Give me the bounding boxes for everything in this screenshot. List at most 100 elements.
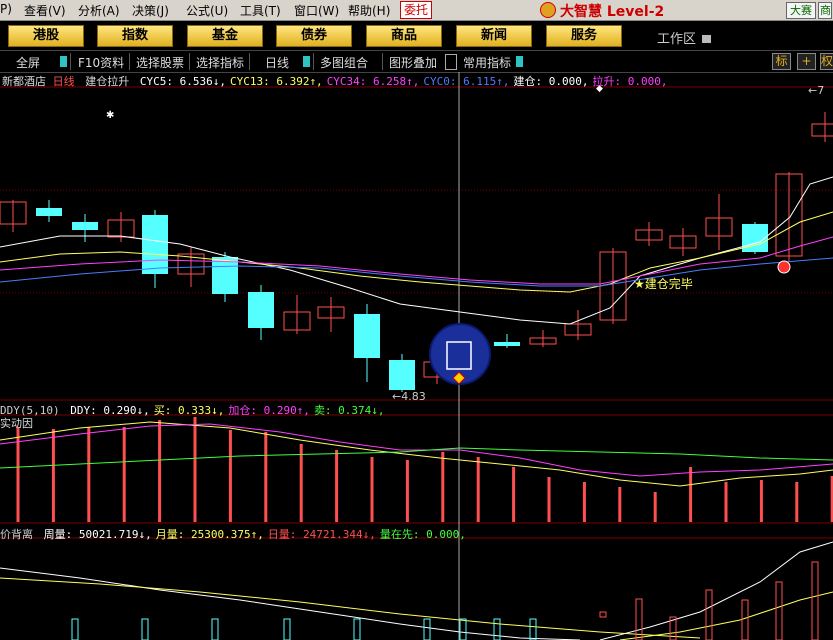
- main-chart-header: 新都酒店 日线 建仓拉升 CYC5: 6.536↓, CYC13: 6.392↑,…: [2, 73, 667, 89]
- indicator-values: CYC5: 6.536↓, CYC13: 6.392↑, CYC34: 6.258↑…: [136, 75, 668, 88]
- lock-icon[interactable]: [445, 54, 457, 70]
- candle-body: [248, 292, 274, 328]
- nav-news[interactable]: 新闻: [456, 25, 532, 47]
- menu-item-analysis[interactable]: 分析(A): [78, 2, 120, 19]
- candle-body: [72, 222, 98, 230]
- smile-marker: [777, 260, 791, 274]
- select-indicator-button[interactable]: 选择指标: [196, 54, 244, 71]
- menu-item-tools[interactable]: 工具(T): [240, 2, 281, 19]
- divider: [129, 53, 130, 70]
- vol-bar: [529, 618, 537, 640]
- vol-month-line: [0, 577, 701, 639]
- ddy-value: 卖: 0.374↓,: [313, 404, 385, 417]
- indicator-name: 建仓拉升: [85, 75, 130, 88]
- menu-item-decision[interactable]: 决策(J): [132, 2, 169, 19]
- grid-lines: [0, 72, 833, 640]
- nav-commodities[interactable]: 商品: [366, 25, 442, 47]
- logo-text: 大智慧 Level-2: [560, 4, 665, 20]
- business-button[interactable]: 商: [818, 2, 832, 19]
- menu-item-help[interactable]: 帮助(H): [348, 2, 390, 19]
- select-stock-button[interactable]: 选择股票: [136, 54, 184, 71]
- divider: [313, 53, 314, 70]
- entrust-button[interactable]: 委托: [400, 1, 433, 19]
- vol-bar: [141, 618, 149, 640]
- divider: [70, 53, 71, 70]
- vol-name: 价背离: [0, 528, 33, 541]
- nav-bonds[interactable]: 债券: [276, 25, 352, 47]
- ma-value: 拉升: 0.000,: [592, 75, 668, 88]
- candle-body: [811, 123, 833, 137]
- nav-hk-stocks[interactable]: 港股: [8, 25, 84, 47]
- ma-line-cyc13: [0, 211, 833, 293]
- low-price-label: ←4.83: [392, 390, 426, 403]
- ddy-value: 加仓: 0.290↑,: [228, 404, 310, 417]
- ma-line-cyc5: [0, 176, 833, 325]
- vol-value: 量在先: 0.000,: [379, 528, 466, 541]
- vol-bar: [705, 589, 713, 640]
- candle-body: [494, 342, 520, 346]
- nav-funds[interactable]: 基金: [187, 25, 263, 47]
- vol-bar: [211, 618, 219, 640]
- chart-period: 日线: [52, 75, 75, 88]
- period-button[interactable]: 日线: [265, 54, 289, 71]
- vol-bar: [423, 618, 431, 640]
- divider: [382, 53, 383, 70]
- vol-value: 周量: 50021.719↓,: [43, 528, 152, 541]
- stock-name: 新都酒店: [2, 75, 46, 88]
- ma-value: CYC5: 6.536↓,: [139, 75, 226, 88]
- divider: [249, 53, 250, 70]
- workspace-selector[interactable]: 工作区: [657, 28, 712, 47]
- vol-bar: [775, 581, 783, 640]
- triangle-icon: [516, 56, 523, 67]
- vol-bar: [811, 561, 819, 640]
- dropdown-icon: [702, 35, 712, 43]
- vol-panel-header: 价背离 周量: 50021.719↓, 月量: 25300.375↑, 日量: 24…: [0, 526, 466, 542]
- ddy-panel-header: DDY(5,10) DDY: 0.290↓, 买: 0.333↓, 加仓: 0.29…: [0, 402, 385, 418]
- ddy-value: 买: 0.333↓,: [153, 404, 225, 417]
- nav-index[interactable]: 指数: [97, 25, 173, 47]
- fullscreen-button[interactable]: 全屏: [16, 54, 40, 71]
- logo-icon: [540, 2, 556, 18]
- menu-item-view[interactable]: 查看(V): [24, 2, 66, 19]
- candle-body: [354, 314, 380, 358]
- app-logo: 大智慧 Level-2: [540, 1, 664, 21]
- add-button[interactable]: +: [797, 53, 816, 70]
- vol-bar: [459, 618, 467, 640]
- ddy-values: DDY: 0.290↓, 买: 0.333↓, 加仓: 0.290↑, 卖: 0.37…: [66, 404, 384, 417]
- candle-body: [389, 360, 415, 390]
- nav-services[interactable]: 服务: [546, 25, 622, 47]
- triangle-icon: [60, 56, 67, 67]
- volume-panel: [0, 541, 833, 640]
- kline-chart[interactable]: ✱◆★建仓完毕←4.83←7: [0, 72, 833, 640]
- menu-bar: P) 查看(V) 分析(A) 决策(J) 公式(U) 工具(T) 窗口(W) 帮…: [0, 0, 833, 21]
- ma-value: CYC0: 6.115↑,: [423, 75, 510, 88]
- build-complete-label: ★建仓完毕: [634, 276, 693, 291]
- candle-body: [142, 215, 168, 274]
- menu-item-formula[interactable]: 公式(U): [186, 2, 228, 19]
- common-indicator-button[interactable]: 常用指标: [463, 54, 511, 71]
- overlay-button[interactable]: 图形叠加: [389, 54, 437, 71]
- vol-bar: [493, 618, 501, 640]
- high-price-label: ←7: [808, 84, 824, 97]
- menu-item-prev[interactable]: P): [0, 2, 12, 16]
- vol-value: 日量: 24721.344↓,: [267, 528, 376, 541]
- candle-body: [36, 208, 62, 216]
- contest-button[interactable]: 大赛: [786, 2, 816, 19]
- f10-button[interactable]: F10资料: [78, 54, 124, 71]
- multi-chart-button[interactable]: 多图组合: [320, 54, 368, 71]
- triangle-icon: [303, 56, 310, 67]
- vol-bar: [599, 611, 607, 618]
- vol-value: 月量: 25300.375↑,: [155, 528, 264, 541]
- ddy-value: DDY: 0.290↓,: [70, 404, 150, 417]
- vol-bar: [353, 618, 361, 640]
- vol-bar: [71, 618, 79, 640]
- moving-average-lines: [0, 176, 833, 325]
- rights-button[interactable]: 权: [820, 53, 833, 70]
- ddy-bars: [0, 417, 833, 522]
- menu-item-window[interactable]: 窗口(W): [294, 2, 339, 19]
- divider: [189, 53, 190, 70]
- vol-bar: [741, 599, 749, 640]
- mark-button[interactable]: 标: [772, 53, 791, 70]
- vol-bar: [283, 618, 291, 640]
- vol-values: 周量: 50021.719↓, 月量: 25300.375↑, 日量: 24721.…: [40, 528, 466, 541]
